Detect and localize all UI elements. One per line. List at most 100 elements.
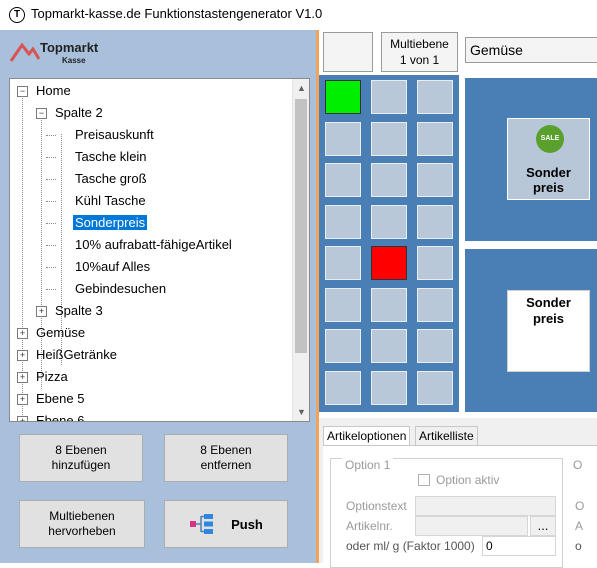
tree-item-label: Preisauskunft xyxy=(75,127,154,142)
tree-item[interactable]: Spalte 3 xyxy=(53,301,105,321)
tree-item[interactable]: Gebindesuchen xyxy=(73,279,168,299)
key-cell[interactable] xyxy=(325,80,361,114)
add-levels-button[interactable]: 8 Ebenen hinzufügen xyxy=(19,434,143,482)
tab-artikeloptionen[interactable]: Artikeloptionen xyxy=(323,426,411,446)
key-grid xyxy=(319,75,459,412)
artikelnr-browse-button[interactable]: ... xyxy=(530,516,556,536)
tree-item[interactable]: Ebene 6 xyxy=(34,411,86,422)
tab-artikelliste[interactable]: Artikelliste xyxy=(415,426,478,446)
key-cell[interactable] xyxy=(371,163,407,197)
tree-item[interactable]: 10% aufrabatt-fähigeArtikel xyxy=(73,235,234,255)
key-cell[interactable] xyxy=(417,163,453,197)
logo-brand: Topmarkt xyxy=(40,40,99,55)
tree-connector xyxy=(46,157,56,158)
multiebene-indicator[interactable]: Multiebene 1 von 1 xyxy=(381,32,458,72)
highlight-levels-button[interactable]: Multiebenen hervorheben xyxy=(19,500,145,548)
sale-key-label: Sonder preis xyxy=(526,165,571,195)
key-cell[interactable] xyxy=(417,246,453,280)
tree-item-label: Ebene 6 xyxy=(36,413,85,422)
topmarkt-logo: Topmarkt Kasse xyxy=(10,39,120,67)
tree-scrollbar[interactable]: ▲ ▼ xyxy=(292,79,309,421)
key-cell[interactable] xyxy=(371,204,407,239)
tree-connector xyxy=(46,267,56,268)
tree-item-label: HeißGetränke xyxy=(36,347,117,362)
key-cell[interactable] xyxy=(371,80,407,114)
key-cell[interactable] xyxy=(325,204,361,239)
expand-icon[interactable]: + xyxy=(36,306,47,317)
expand-icon[interactable]: + xyxy=(17,372,28,383)
tree-item[interactable]: Sonderpreis xyxy=(73,213,148,233)
tree-item[interactable]: Kühl Tasche xyxy=(73,191,148,211)
option-2-label-a: A xyxy=(575,519,584,533)
artikelnr-label: Artikelnr. xyxy=(346,519,393,533)
logo-mountain-icon xyxy=(10,42,40,62)
key-cell[interactable] xyxy=(371,329,407,363)
collapse-icon[interactable]: − xyxy=(17,86,28,97)
logo-sub: Kasse xyxy=(62,56,86,65)
tree-item-label: Gebindesuchen xyxy=(75,281,167,296)
expand-icon[interactable]: + xyxy=(17,416,28,421)
options-tab-body: Option 1 Option aktiv Optionstext Artike… xyxy=(323,445,597,568)
optionstext-label: Optionstext xyxy=(346,499,407,513)
tree-item[interactable]: Spalte 2 xyxy=(53,103,105,123)
sonderpreis-sale-key[interactable]: SALE Sonder preis xyxy=(507,118,590,200)
key-cell[interactable] xyxy=(417,370,453,405)
key-cell[interactable] xyxy=(417,121,453,156)
scroll-thumb[interactable] xyxy=(295,99,307,353)
key-cell[interactable] xyxy=(325,287,361,322)
tree-item-label: Ebene 5 xyxy=(36,391,85,406)
tree-connector xyxy=(46,179,56,180)
tree-item-label: Spalte 2 xyxy=(55,105,103,120)
remove-levels-button[interactable]: 8 Ebenen entfernen xyxy=(164,434,288,482)
group-field[interactable]: Gemüse xyxy=(465,37,597,63)
title-bar: T Topmarkt-kasse.de Funktionstastengener… xyxy=(0,0,597,30)
tree-connector xyxy=(46,201,56,202)
option-active-checkbox[interactable] xyxy=(418,474,430,486)
tree-connector xyxy=(46,245,56,246)
key-cell[interactable] xyxy=(325,163,361,197)
tree-item[interactable]: Preisauskunft xyxy=(73,125,156,145)
factor-label: oder ml/ g (Faktor 1000) xyxy=(346,539,475,553)
options-area: Artikeloptionen Artikelliste Option 1 Op… xyxy=(319,418,597,568)
expand-icon[interactable]: + xyxy=(17,350,28,361)
tree-item[interactable]: Tasche groß xyxy=(73,169,149,189)
key-cell[interactable] xyxy=(371,246,407,280)
tree-item[interactable]: Ebene 5 xyxy=(34,389,86,409)
tree-item[interactable]: Pizza xyxy=(34,367,70,387)
optionstext-field[interactable] xyxy=(415,496,556,516)
artikelnr-field[interactable] xyxy=(415,516,528,536)
tree-item-label: Home xyxy=(36,83,71,98)
option-2-label-o2: o xyxy=(575,539,582,553)
tree-item[interactable]: Gemüse xyxy=(34,323,87,343)
tree-item-label: Sonderpreis xyxy=(73,215,148,230)
tree-item-label: Kühl Tasche xyxy=(75,193,146,208)
key-cell[interactable] xyxy=(417,204,453,239)
tree-item[interactable]: 10%auf Alles xyxy=(73,257,152,277)
expand-icon[interactable]: + xyxy=(17,328,28,339)
window-title: Topmarkt-kasse.de Funktionstastengenerat… xyxy=(31,6,323,21)
scroll-down-icon[interactable]: ▼ xyxy=(293,403,309,421)
tree-item[interactable]: Tasche klein xyxy=(73,147,149,167)
tree-item[interactable]: HeißGetränke xyxy=(34,345,119,365)
key-cell[interactable] xyxy=(325,246,361,280)
key-cell[interactable] xyxy=(325,329,361,363)
push-button[interactable]: Push xyxy=(164,500,288,548)
key-cell[interactable] xyxy=(417,80,453,114)
key-cell[interactable] xyxy=(325,121,361,156)
collapse-icon[interactable]: − xyxy=(36,108,47,119)
key-cell[interactable] xyxy=(325,370,361,405)
key-cell[interactable] xyxy=(371,370,407,405)
blank-button[interactable] xyxy=(323,32,373,72)
expand-icon[interactable]: + xyxy=(17,394,28,405)
tree-item[interactable]: Home xyxy=(34,81,73,101)
key-cell[interactable] xyxy=(371,287,407,322)
tree-item-label: Gemüse xyxy=(36,325,86,340)
key-cell[interactable] xyxy=(371,121,407,156)
scroll-up-icon[interactable]: ▲ xyxy=(293,79,309,97)
sonderpreis-plain-key[interactable]: Sonder preis xyxy=(507,290,590,372)
factor-field[interactable]: 0 xyxy=(482,536,556,556)
tree-connector xyxy=(46,135,56,136)
key-cell[interactable] xyxy=(417,287,453,322)
level-tree[interactable]: Home − Spalte 2− Preisauskunft Tasche klein T… xyxy=(9,78,310,422)
key-cell[interactable] xyxy=(417,329,453,363)
